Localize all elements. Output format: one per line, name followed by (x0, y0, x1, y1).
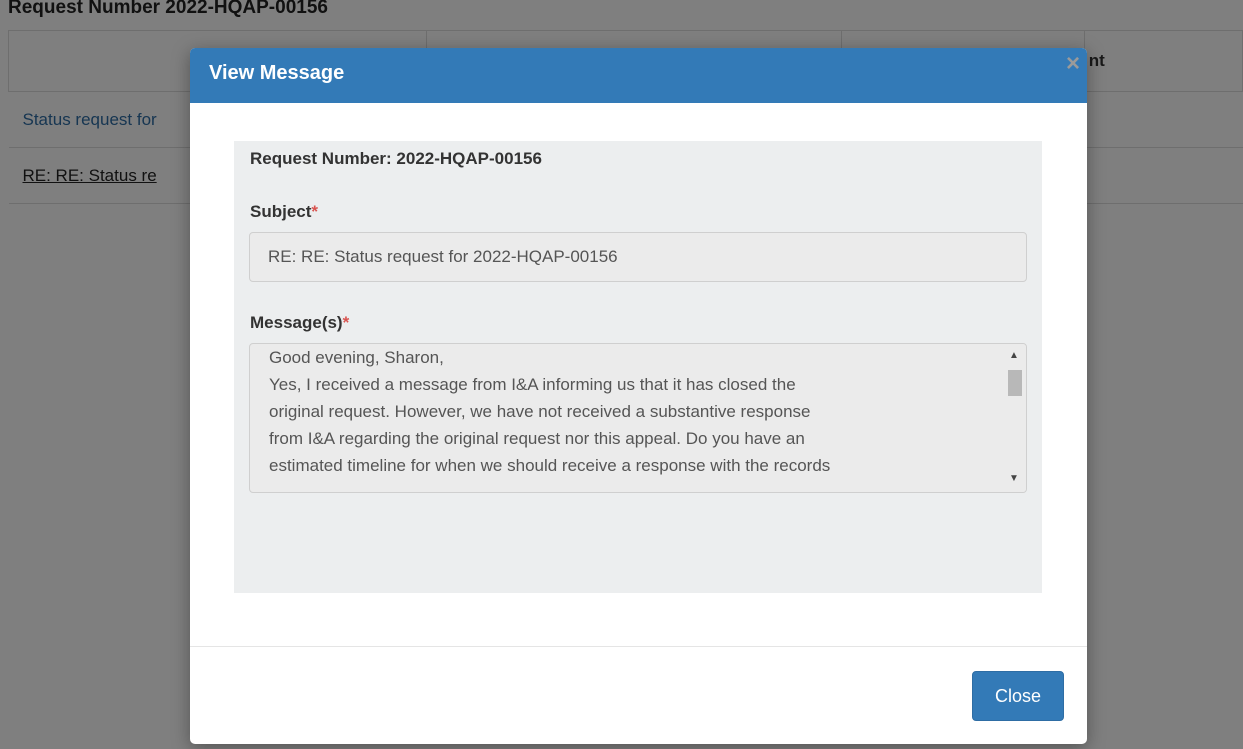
message-text: Good evening, Sharon, Yes, I received a … (269, 348, 831, 475)
scroll-down-icon[interactable]: ▼ (1009, 474, 1019, 484)
subject-field[interactable] (249, 232, 1027, 282)
footer-divider (190, 646, 1087, 647)
scrollbar-thumb[interactable] (1008, 370, 1022, 396)
request-number-label: Request Number: 2022-HQAP-00156 (250, 149, 542, 168)
close-icon[interactable]: × (1066, 52, 1080, 76)
message-label: Message(s)* (250, 313, 350, 332)
required-marker: * (311, 202, 319, 221)
close-button[interactable]: Close (972, 671, 1064, 721)
modal-body: Request Number: 2022-HQAP-00156 Subject*… (234, 141, 1042, 593)
subject-label: Subject* (250, 202, 319, 221)
view-message-modal: View Message × Request Number: 2022-HQAP… (190, 48, 1087, 744)
message-textarea[interactable]: Good evening, Sharon, Yes, I received a … (249, 343, 1027, 493)
modal-header: View Message × (190, 48, 1087, 103)
required-marker: * (342, 313, 350, 332)
modal-title: View Message (209, 62, 345, 84)
scrollbar[interactable]: ▲ ▼ (1004, 344, 1026, 492)
scroll-up-icon[interactable]: ▲ (1009, 351, 1019, 361)
